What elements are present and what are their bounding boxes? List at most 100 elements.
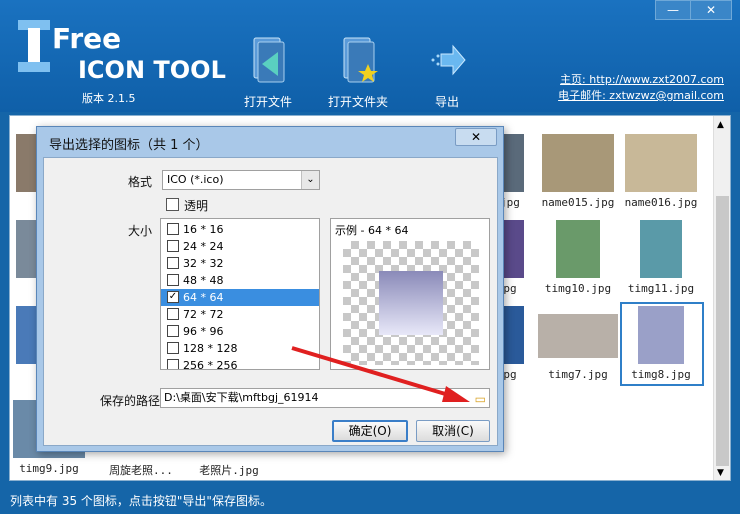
size-item-label: 72 * 72: [183, 308, 224, 321]
ok-button[interactable]: 确定(O): [332, 420, 408, 442]
size-item-selected[interactable]: ✓ 64 * 64: [161, 289, 319, 306]
preview-panel: 示例 - 64 * 64: [330, 218, 490, 370]
size-list[interactable]: 16 * 16 24 * 24 32 * 32 48 * 48 ✓ 64 * 64…: [160, 218, 320, 370]
save-path-field[interactable]: D:\桌面\安下载\mftbgj_61914 ▭: [160, 388, 490, 408]
logo-free-text: Free: [52, 22, 122, 55]
preview-label: 示例 - 64 * 64: [335, 224, 409, 237]
open-file-label: 打开文件: [243, 95, 292, 109]
format-value: ICO (*.ico): [167, 173, 224, 186]
dialog-close-button[interactable]: ✕: [455, 128, 497, 146]
app-window: — ✕ Free ICON TOOL 版本 2.1.5 打开文件 打开文件夹 导…: [0, 0, 740, 514]
size-checkbox[interactable]: [167, 240, 179, 252]
size-item-label: 16 * 16: [183, 223, 224, 236]
thumbnail-item[interactable]: timg11.jpg: [618, 220, 704, 295]
export-arrow-icon: [431, 44, 466, 76]
thumbnail-label: pg: [503, 282, 517, 295]
cancel-button[interactable]: 取消(C): [416, 420, 490, 442]
size-item[interactable]: 72 * 72: [161, 306, 319, 323]
size-item-label: 24 * 24: [183, 240, 224, 253]
vertical-scrollbar[interactable]: ▲ ▼: [713, 116, 730, 480]
size-item[interactable]: 48 * 48: [161, 272, 319, 289]
thumbnail-image: [538, 314, 618, 358]
thumbnail-item[interactable]: name015.jpg: [535, 134, 621, 209]
size-item[interactable]: 128 * 128: [161, 340, 319, 357]
thumbnail-image: [542, 134, 614, 192]
size-item-label: 96 * 96: [183, 325, 224, 338]
chevron-down-icon[interactable]: ⌄: [301, 171, 319, 189]
size-item-label: 128 * 128: [183, 342, 238, 355]
size-item-label: 32 * 32: [183, 257, 224, 270]
open-file-icon: [253, 37, 285, 83]
format-label: 格式: [128, 175, 153, 189]
open-file-button[interactable]: 打开文件: [238, 34, 298, 110]
size-item-label: 256 * 256: [183, 359, 238, 369]
status-bar: 列表中有 35 个图标，点击按钮"导出"保存图标。: [10, 494, 272, 508]
scrollbar-thumb[interactable]: [716, 196, 729, 466]
thumbnail-item-selected[interactable]: timg8.jpg: [618, 306, 704, 381]
format-select[interactable]: ICO (*.ico) ⌄: [162, 170, 320, 190]
size-item-label: 64 * 64: [183, 291, 224, 304]
logo-icon: [18, 20, 50, 72]
size-checkbox[interactable]: [167, 325, 179, 337]
size-checkbox[interactable]: [167, 274, 179, 286]
version-label: 版本 2.1.5: [82, 92, 136, 105]
thumbnail-label: timg9.jpg: [19, 462, 79, 475]
email-link[interactable]: 电子邮件: zxtwzwz@gmail.com: [558, 89, 724, 102]
thumbnail-label: timg11.jpg: [627, 282, 695, 295]
thumbnail-label: name016.jpg: [624, 196, 698, 209]
open-folder-button[interactable]: 打开文件夹: [322, 34, 394, 110]
thumbnail-image: [556, 220, 600, 278]
dialog-title: 导出选择的图标（共 1 个）: [49, 138, 209, 153]
minimize-button[interactable]: —: [655, 0, 691, 20]
thumbnail-image: [625, 134, 697, 192]
thumbnail-image: [504, 306, 524, 364]
preview-checkerboard: [343, 241, 479, 365]
size-item[interactable]: 96 * 96: [161, 323, 319, 340]
thumbnail-label: 老照片.jpg: [199, 464, 259, 477]
size-item[interactable]: 32 * 32: [161, 255, 319, 272]
header: — ✕ Free ICON TOOL 版本 2.1.5 打开文件 打开文件夹 导…: [0, 0, 740, 112]
thumbnail-label: pg: [503, 368, 517, 381]
size-item-label: 48 * 48: [183, 274, 224, 287]
export-dialog: 导出选择的图标（共 1 个） ✕ 格式 ICO (*.ico) ⌄ 透明 大小 …: [36, 126, 504, 452]
close-button[interactable]: ✕: [690, 0, 732, 20]
size-checkbox-checked[interactable]: ✓: [167, 291, 179, 303]
thumbnail-image: [504, 220, 524, 278]
size-checkbox[interactable]: [167, 223, 179, 235]
links-area: 主页: http://www.zxt2007.com 电子邮件: zxtwzwz…: [558, 72, 724, 104]
thumbnail-image: [640, 220, 682, 278]
thumbnail-image: [638, 306, 684, 364]
thumbnail-label: timg10.jpg: [544, 282, 612, 295]
size-checkbox[interactable]: [167, 257, 179, 269]
size-item[interactable]: 24 * 24: [161, 238, 319, 255]
path-label: 保存的路径: [100, 394, 161, 408]
size-item[interactable]: 256 * 256: [161, 357, 319, 369]
logo-tool-text: ICON TOOL: [78, 56, 226, 84]
size-label: 大小: [128, 224, 153, 238]
thumbnail-label: timg7.jpg: [548, 368, 608, 381]
transparent-label: 透明: [184, 199, 209, 213]
size-checkbox[interactable]: [167, 359, 179, 369]
size-checkbox[interactable]: [167, 308, 179, 320]
open-folder-label: 打开文件夹: [327, 95, 388, 109]
preview-icon-image: [379, 271, 443, 335]
thumbnail-label: 周旋老照...: [109, 464, 173, 477]
scroll-up-icon[interactable]: ▲: [717, 120, 724, 130]
size-item[interactable]: 16 * 16: [161, 221, 319, 238]
size-checkbox[interactable]: [167, 342, 179, 354]
thumbnail-label: name015.jpg: [541, 196, 615, 209]
folder-browse-icon[interactable]: ▭: [475, 390, 486, 408]
thumbnail-item[interactable]: name016.jpg: [618, 134, 704, 209]
thumbnail-item[interactable]: timg7.jpg: [535, 306, 621, 381]
scroll-down-icon[interactable]: ▼: [717, 468, 724, 478]
thumbnail-image: [504, 134, 524, 192]
homepage-link[interactable]: 主页: http://www.zxt2007.com: [560, 73, 724, 86]
thumbnail-label: timg8.jpg: [631, 368, 691, 381]
dialog-body: 格式 ICO (*.ico) ⌄ 透明 大小 16 * 16 24 * 24 3…: [43, 157, 498, 446]
export-button[interactable]: 导出: [422, 34, 472, 110]
transparent-checkbox[interactable]: [166, 198, 179, 211]
save-path-value: D:\桌面\安下载\mftbgj_61914: [164, 391, 319, 404]
open-folder-icon: [343, 37, 378, 83]
thumbnail-item[interactable]: timg10.jpg: [535, 220, 621, 295]
export-label: 导出: [434, 95, 459, 109]
